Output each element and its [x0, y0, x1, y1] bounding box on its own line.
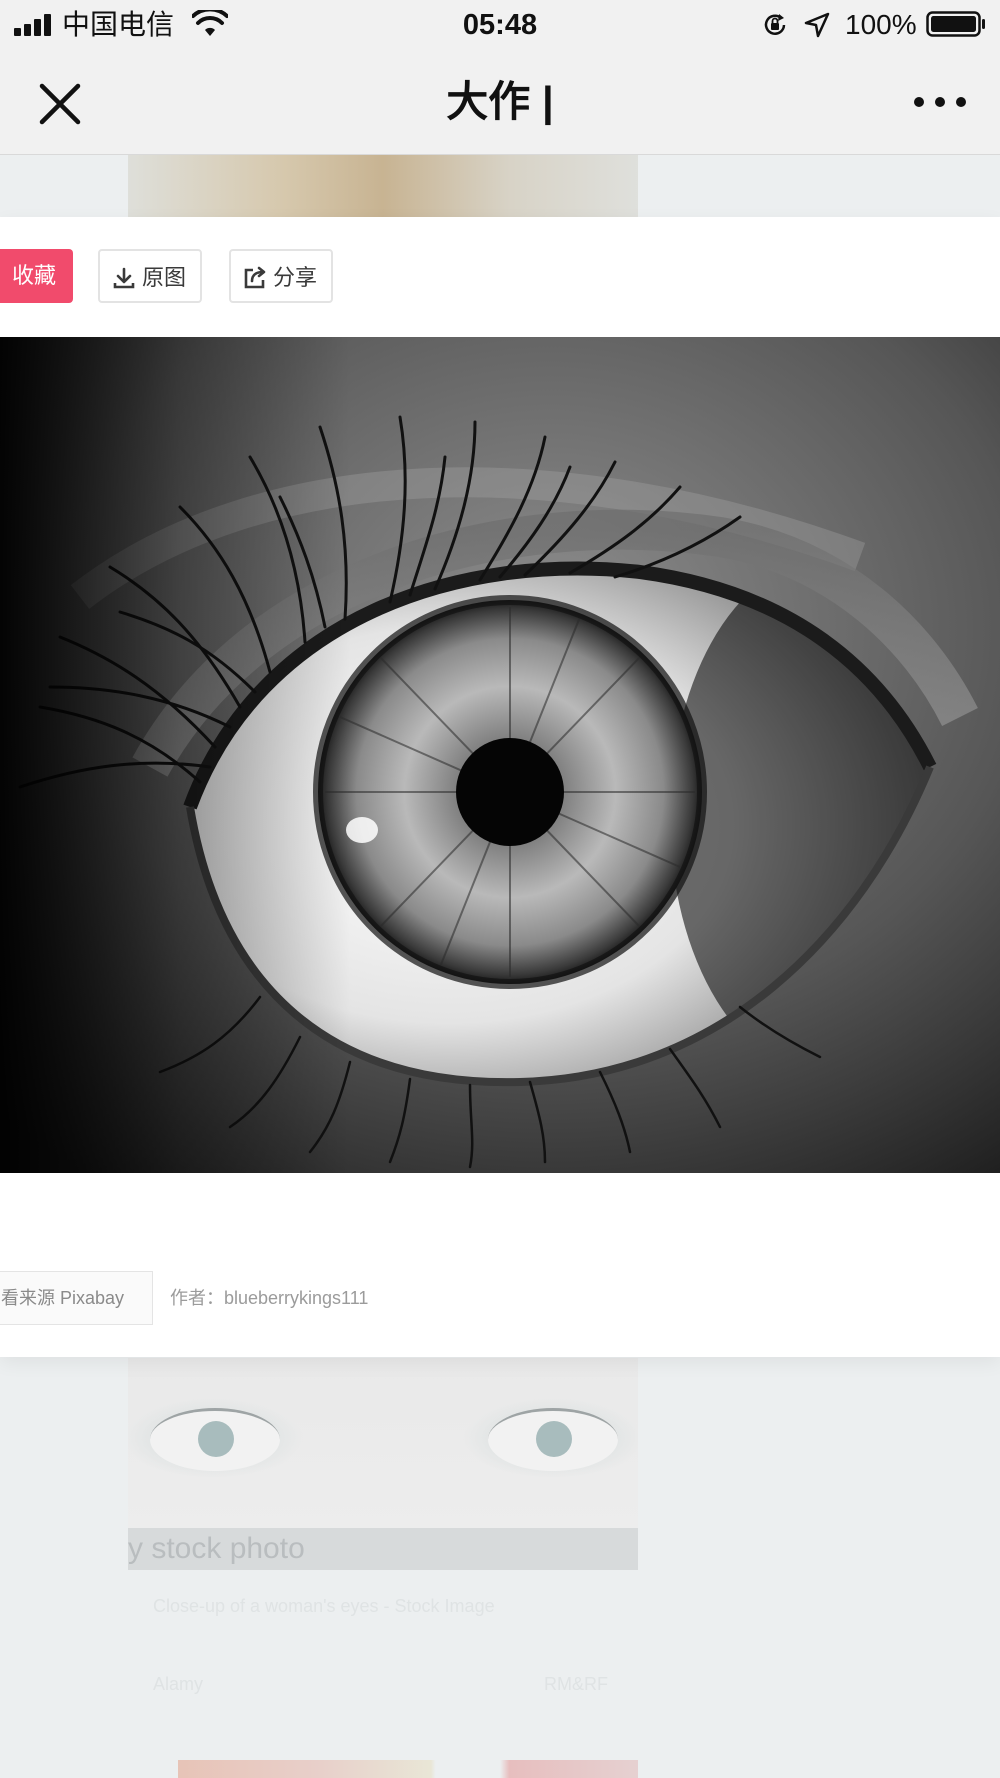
background-caption: Close-up of a woman's eyes - Stock Image — [153, 1596, 495, 1616]
image-detail-panel: 收藏 原图 分享 看来源 Pixabay 作者：blueberrykings11… — [0, 217, 1000, 1357]
background-watermark-text: y stock photo — [128, 1532, 305, 1565]
location-arrow-icon — [804, 12, 830, 38]
original-image-label: 原图 — [142, 265, 187, 290]
main-photo[interactable] — [0, 337, 1000, 1173]
favorite-button[interactable]: 收藏 — [0, 249, 73, 303]
battery-percentage: 100% — [845, 9, 917, 40]
navigation-bar: 大作 | — [0, 50, 1000, 155]
rotation-lock-icon — [764, 14, 786, 35]
original-image-button[interactable]: 原图 — [98, 249, 202, 303]
background-thumbnail-row — [178, 1760, 638, 1778]
favorite-label: 收藏 — [12, 263, 57, 288]
background-card: y stock photo — [128, 1358, 638, 1570]
author-credit: 作者：blueberrykings111 — [170, 1288, 369, 1308]
share-icon — [244, 266, 266, 289]
share-button[interactable]: 分享 — [229, 249, 333, 303]
background-thumbnail — [128, 1358, 638, 1528]
background-license: RM&RF — [544, 1674, 608, 1694]
battery-icon — [926, 11, 985, 37]
download-icon — [113, 267, 135, 289]
share-label: 分享 — [273, 265, 318, 290]
eye-photo-illustration — [0, 337, 1000, 1173]
background-source: Alamy — [153, 1674, 204, 1694]
more-icon[interactable] — [912, 92, 968, 112]
page-title: 大作 | — [446, 78, 554, 125]
status-bar: 中国电信 05:48 100% — [0, 0, 1000, 50]
source-link[interactable]: 看来源 Pixabay — [0, 1271, 153, 1325]
background-thumbnail — [128, 155, 638, 217]
